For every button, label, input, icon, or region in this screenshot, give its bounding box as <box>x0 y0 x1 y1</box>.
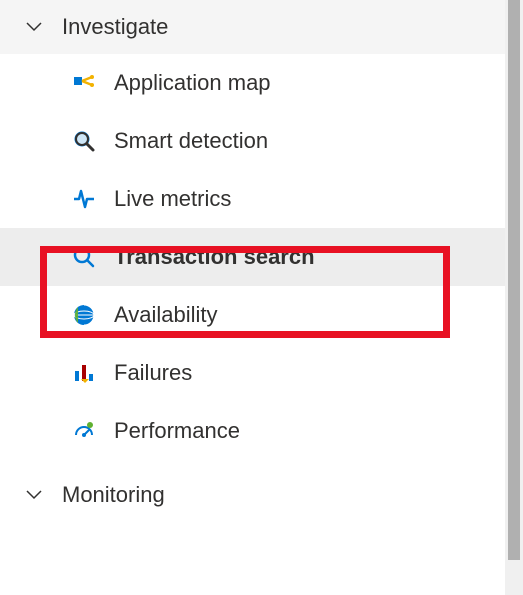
nav-item-failures[interactable]: Failures <box>0 344 505 402</box>
section-header-investigate[interactable]: Investigate <box>0 0 505 54</box>
availability-icon <box>72 303 96 327</box>
nav-item-label: Application map <box>114 70 271 96</box>
section-label: Monitoring <box>62 482 165 508</box>
application-map-icon <box>72 71 96 95</box>
nav-item-application-map[interactable]: Application map <box>0 54 505 112</box>
smart-detection-icon <box>72 129 96 153</box>
section-label: Investigate <box>62 14 168 40</box>
nav-item-live-metrics[interactable]: Live metrics <box>0 170 505 228</box>
chevron-down-icon <box>24 485 44 505</box>
failures-icon <box>72 361 96 385</box>
investigate-items: Application map Smart detection Live met… <box>0 54 505 460</box>
nav-item-transaction-search[interactable]: Transaction search <box>0 228 505 286</box>
performance-icon <box>72 419 96 443</box>
nav-item-performance[interactable]: Performance <box>0 402 505 460</box>
scrollbar-thumb[interactable] <box>508 0 520 560</box>
chevron-down-icon <box>24 17 44 37</box>
nav-item-label: Failures <box>114 360 192 386</box>
search-icon <box>72 245 96 269</box>
nav-item-label: Live metrics <box>114 186 231 212</box>
live-metrics-icon <box>72 187 96 211</box>
nav-item-label: Transaction search <box>114 244 315 270</box>
nav-item-smart-detection[interactable]: Smart detection <box>0 112 505 170</box>
nav-item-label: Smart detection <box>114 128 268 154</box>
nav-item-label: Performance <box>114 418 240 444</box>
section-header-monitoring[interactable]: Monitoring <box>0 460 505 522</box>
nav-item-availability[interactable]: Availability <box>0 286 505 344</box>
scrollbar-track[interactable] <box>505 0 523 595</box>
nav-item-label: Availability <box>114 302 218 328</box>
side-nav: Investigate Application map <box>0 0 505 522</box>
